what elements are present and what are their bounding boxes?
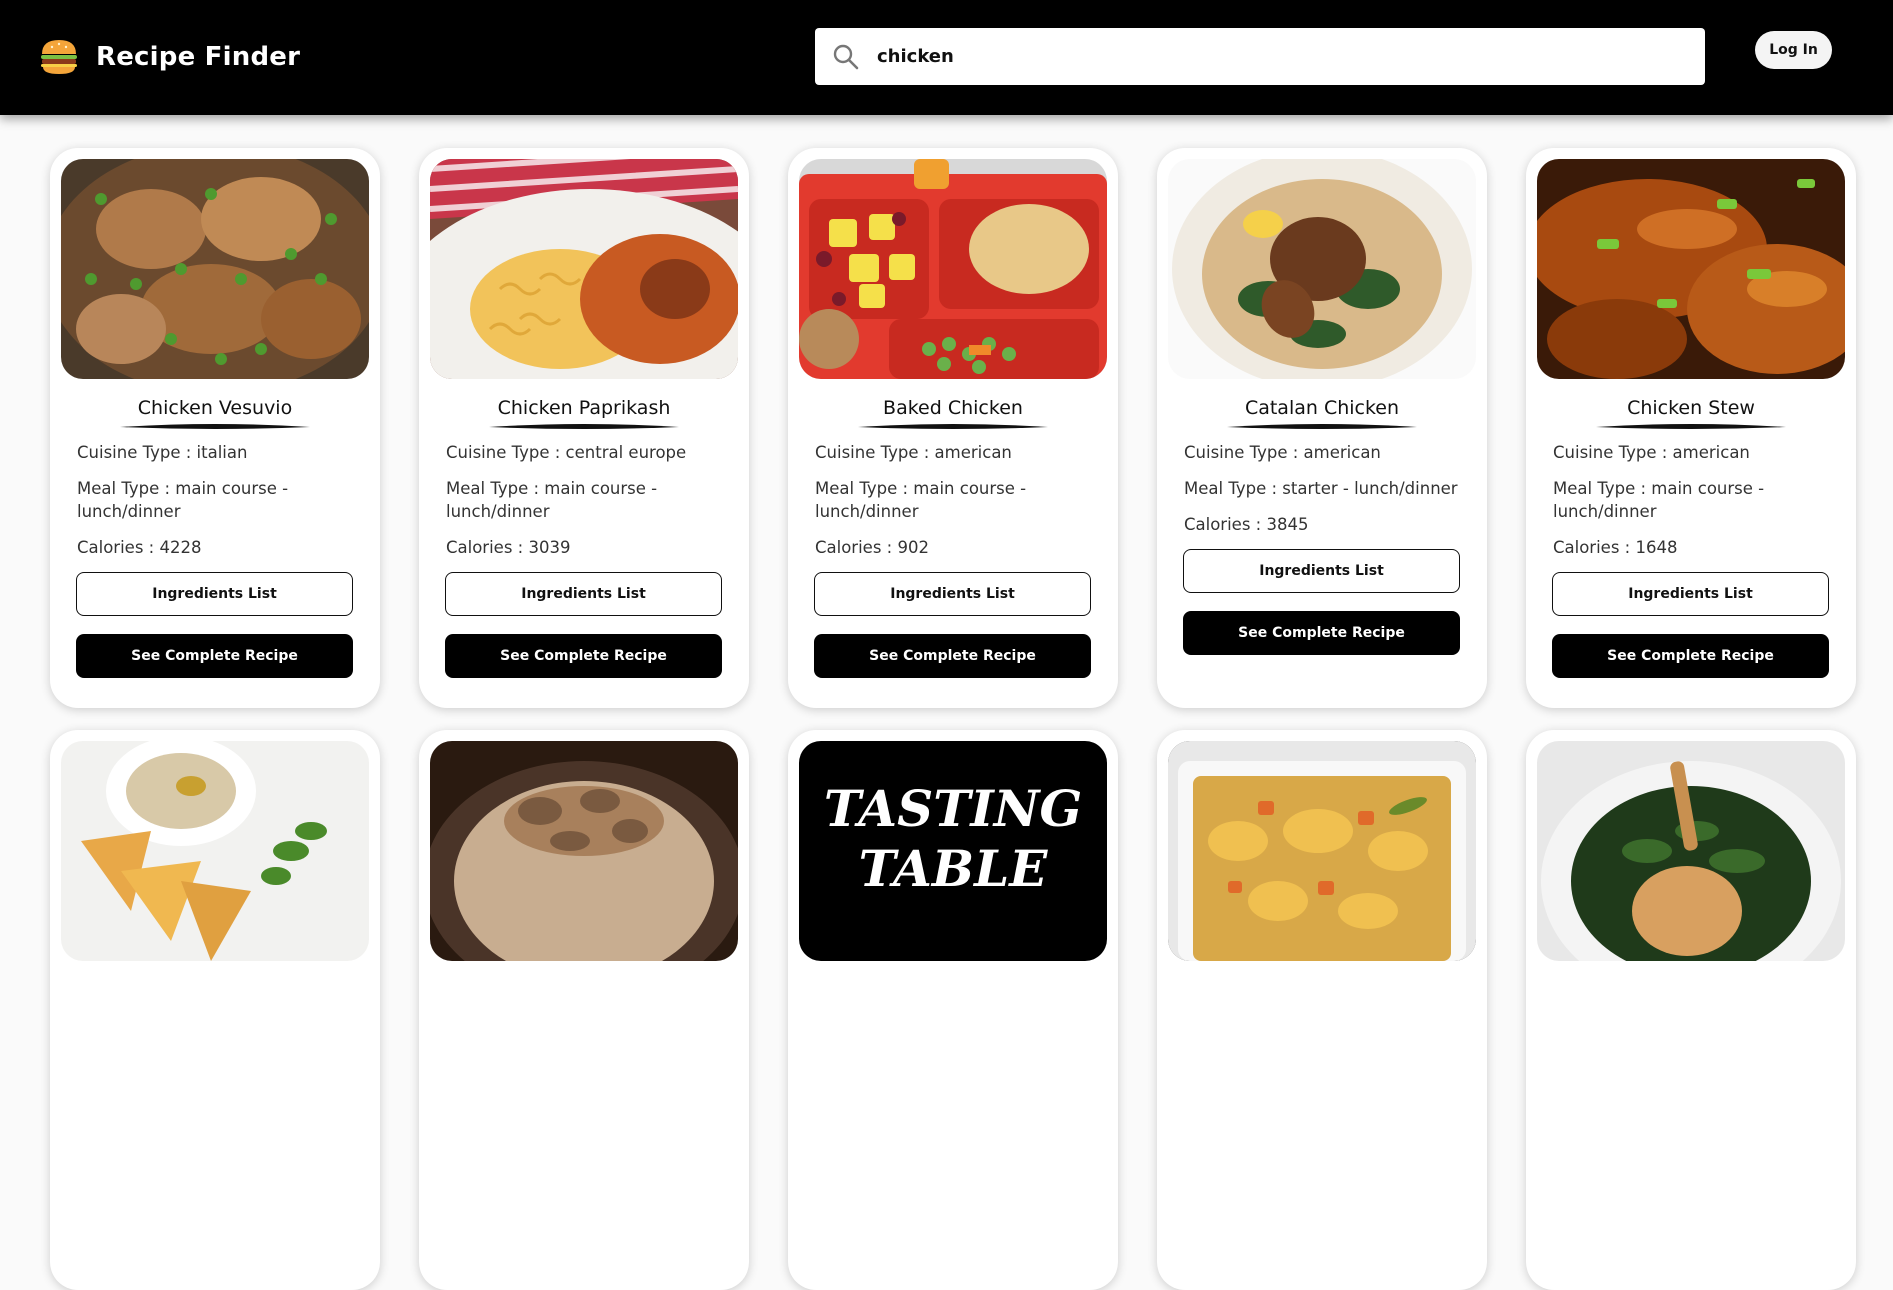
see-complete-recipe-button[interactable]: See Complete Recipe (814, 634, 1091, 678)
recipe-image[interactable] (1168, 159, 1476, 379)
recipe-card: Baked Chicken Cuisine Type : american Me… (788, 148, 1118, 708)
search-input[interactable] (877, 46, 1677, 67)
recipe-image[interactable] (61, 159, 369, 379)
recipe-card (1157, 730, 1487, 1290)
recipe-card: Chicken Vesuvio Cuisine Type : italian M… (50, 148, 380, 708)
app-title: Recipe Finder (96, 42, 301, 72)
ingredients-list-button[interactable]: Ingredients List (814, 572, 1091, 616)
recipe-card: TASTING TABLE (788, 730, 1118, 1290)
ingredients-list-button[interactable]: Ingredients List (76, 572, 353, 616)
title-underline (120, 424, 310, 429)
login-button[interactable]: Log In (1755, 31, 1832, 69)
see-complete-recipe-button[interactable]: See Complete Recipe (445, 634, 722, 678)
tasting-table-logo-line1: TASTING (824, 779, 1082, 838)
meal-type: Meal Type : main course - lunch/dinner (1553, 479, 1765, 521)
see-complete-recipe-button[interactable]: See Complete Recipe (1183, 611, 1460, 655)
ingredients-list-button[interactable]: Ingredients List (1183, 549, 1460, 593)
cuisine-type: Cuisine Type : american (1553, 443, 1750, 462)
see-complete-recipe-button[interactable]: See Complete Recipe (1552, 634, 1829, 678)
meal-type: Meal Type : main course - lunch/dinner (77, 479, 289, 521)
recipe-title: Chicken Vesuvio (137, 397, 293, 419)
recipe-card (419, 730, 749, 1290)
cuisine-type: Cuisine Type : american (1184, 443, 1381, 462)
calories: Calories : 4228 (77, 538, 202, 557)
recipe-image[interactable] (1537, 741, 1845, 961)
search-bar[interactable] (815, 28, 1705, 85)
brand[interactable]: Recipe Finder (38, 36, 300, 78)
title-underline (489, 424, 679, 429)
recipe-image[interactable]: TASTING TABLE (799, 741, 1107, 961)
ingredients-list-button[interactable]: Ingredients List (1552, 572, 1829, 616)
recipe-card: Chicken Stew Cuisine Type : american Mea… (1526, 148, 1856, 708)
meal-type: Meal Type : main course - lunch/dinner (815, 479, 1027, 521)
calories: Calories : 3039 (446, 538, 571, 557)
calories: Calories : 902 (815, 538, 929, 557)
recipe-image[interactable] (799, 159, 1107, 379)
calories: Calories : 1648 (1553, 538, 1678, 557)
recipe-title: Chicken Paprikash (497, 397, 671, 419)
recipe-card (50, 730, 380, 1290)
recipe-image[interactable] (1168, 741, 1476, 961)
calories: Calories : 3845 (1184, 515, 1309, 534)
title-underline (1227, 424, 1417, 429)
recipe-image[interactable] (61, 741, 369, 961)
recipe-title: Chicken Stew (1627, 397, 1755, 419)
cuisine-type: Cuisine Type : italian (77, 443, 248, 462)
recipe-image[interactable] (430, 159, 738, 379)
tasting-table-logo-line2: TABLE (859, 839, 1049, 898)
ingredients-list-button[interactable]: Ingredients List (445, 572, 722, 616)
recipe-card: Chicken Paprikash Cuisine Type : central… (419, 148, 749, 708)
burger-logo-icon (41, 40, 77, 74)
see-complete-recipe-button[interactable]: See Complete Recipe (76, 634, 353, 678)
recipe-card: Catalan Chicken Cuisine Type : american … (1157, 148, 1487, 708)
title-underline (858, 424, 1048, 429)
recipe-card (1526, 730, 1856, 1290)
meal-type: Meal Type : starter - lunch/dinner (1184, 479, 1458, 498)
recipe-title: Baked Chicken (883, 397, 1023, 419)
top-navigation-bar: Recipe Finder Log In (0, 0, 1893, 115)
meal-type: Meal Type : main course - lunch/dinner (446, 479, 658, 521)
cuisine-type: Cuisine Type : american (815, 443, 1012, 462)
recipe-image[interactable] (1537, 159, 1845, 379)
recipe-grid: Chicken Vesuvio Cuisine Type : italian M… (50, 148, 1856, 1290)
search-icon[interactable] (831, 42, 861, 72)
recipe-image[interactable] (430, 741, 738, 961)
cuisine-type: Cuisine Type : central europe (446, 443, 687, 462)
title-underline (1596, 424, 1786, 429)
recipe-title: Catalan Chicken (1244, 397, 1400, 419)
